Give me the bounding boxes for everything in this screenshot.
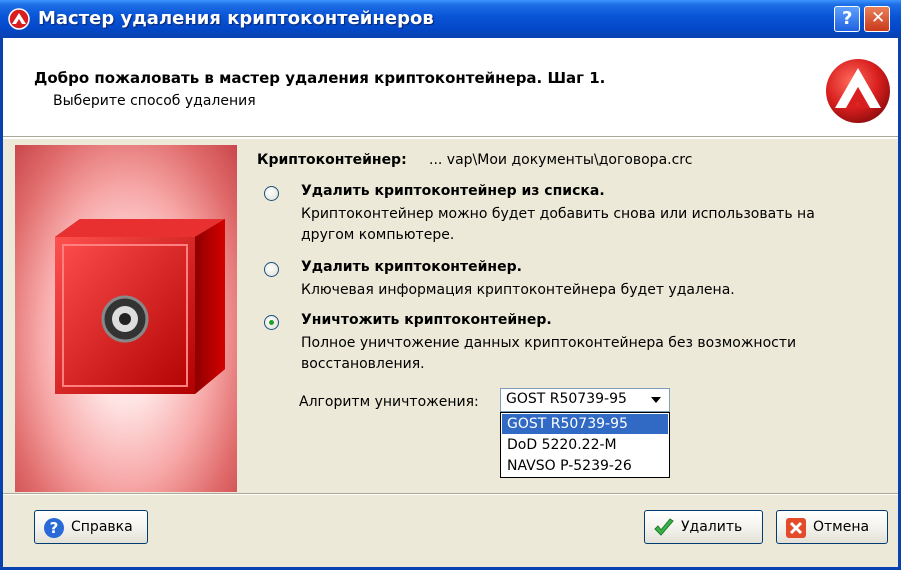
cancel-button-label: Отмена xyxy=(813,519,870,535)
checkmark-icon xyxy=(654,518,674,536)
help-question-icon: ? xyxy=(44,518,64,538)
radio-selected-dot xyxy=(269,320,274,325)
app-logo-icon xyxy=(8,8,30,30)
window-frame-left xyxy=(0,38,3,570)
algorithm-dropdown-list: GOST R50739-95 DoD 5220.22-M NAVSO P-523… xyxy=(500,412,670,478)
wizard-body: Криптоконтейнер: ... vap\Мои документы\д… xyxy=(3,139,898,493)
delete-button-label: Удалить xyxy=(681,519,743,535)
title-bar[interactable]: Мастер удаления криптоконтейнеров ? ✕ xyxy=(0,0,901,38)
radio-remove-from-list[interactable] xyxy=(264,186,279,201)
option-remove-from-list-desc: Криптоконтейнер можно будет добавить сно… xyxy=(301,206,815,222)
container-label: Криптоконтейнер: xyxy=(257,152,407,168)
header-title: Добро пожаловать в мастер удаления крипт… xyxy=(34,69,606,87)
radio-destroy-container[interactable] xyxy=(264,315,279,330)
wizard-header: Добро пожаловать в мастер удаления крипт… xyxy=(3,38,898,136)
dropdown-item-dod[interactable]: DoD 5220.22-M xyxy=(502,435,668,455)
algorithm-select-value: GOST R50739-95 xyxy=(506,391,627,407)
svg-text:?: ? xyxy=(50,519,59,537)
container-path: ... vap\Мои документы\договора.crc xyxy=(429,152,693,168)
chevron-down-icon[interactable] xyxy=(651,397,661,403)
radio-delete-container[interactable] xyxy=(264,262,279,277)
window-title: Мастер удаления криптоконтейнеров xyxy=(38,8,434,29)
option-delete-container-desc: Ключевая информация криптоконтейнера буд… xyxy=(301,282,735,298)
help-button[interactable]: ? Справка xyxy=(34,510,148,544)
cancel-button[interactable]: Отмена xyxy=(776,510,888,544)
algorithm-select[interactable]: GOST R50739-95 xyxy=(500,388,670,412)
red-triangle-logo-icon xyxy=(826,59,890,123)
option-destroy-container-desc: Полное уничтожение данных криптоконтейне… xyxy=(301,335,797,351)
help-button-label: Справка xyxy=(71,519,133,535)
option-remove-from-list-title[interactable]: Удалить криптоконтейнер из списка. xyxy=(301,183,605,199)
dropdown-item-navso[interactable]: NAVSO P-5239-26 xyxy=(502,456,668,476)
dropdown-item-gost[interactable]: GOST R50739-95 xyxy=(502,414,668,434)
red-safe-icon xyxy=(55,219,225,394)
side-image-panel xyxy=(15,145,237,492)
option-destroy-container-desc-2: восстановления. xyxy=(301,356,425,372)
wizard-window: Мастер удаления криптоконтейнеров ? ✕ До… xyxy=(0,0,901,570)
title-help-button[interactable]: ? xyxy=(834,6,860,32)
title-close-button[interactable]: ✕ xyxy=(864,6,890,32)
header-subtitle: Выберите способ удаления xyxy=(53,93,256,109)
help-glyph: ? xyxy=(842,8,853,29)
option-remove-from-list-desc-2: другом компьютере. xyxy=(301,227,455,243)
option-delete-container-title[interactable]: Удалить криптоконтейнер. xyxy=(301,259,522,275)
algorithm-label: Алгоритм уничтожения: xyxy=(299,394,479,410)
option-destroy-container-title[interactable]: Уничтожить криптоконтейнер. xyxy=(301,312,552,328)
delete-button[interactable]: Удалить xyxy=(644,510,763,544)
button-bar: ? Справка Удалить Отмена xyxy=(3,495,898,567)
close-glyph: ✕ xyxy=(871,8,886,28)
red-x-icon xyxy=(786,518,806,538)
